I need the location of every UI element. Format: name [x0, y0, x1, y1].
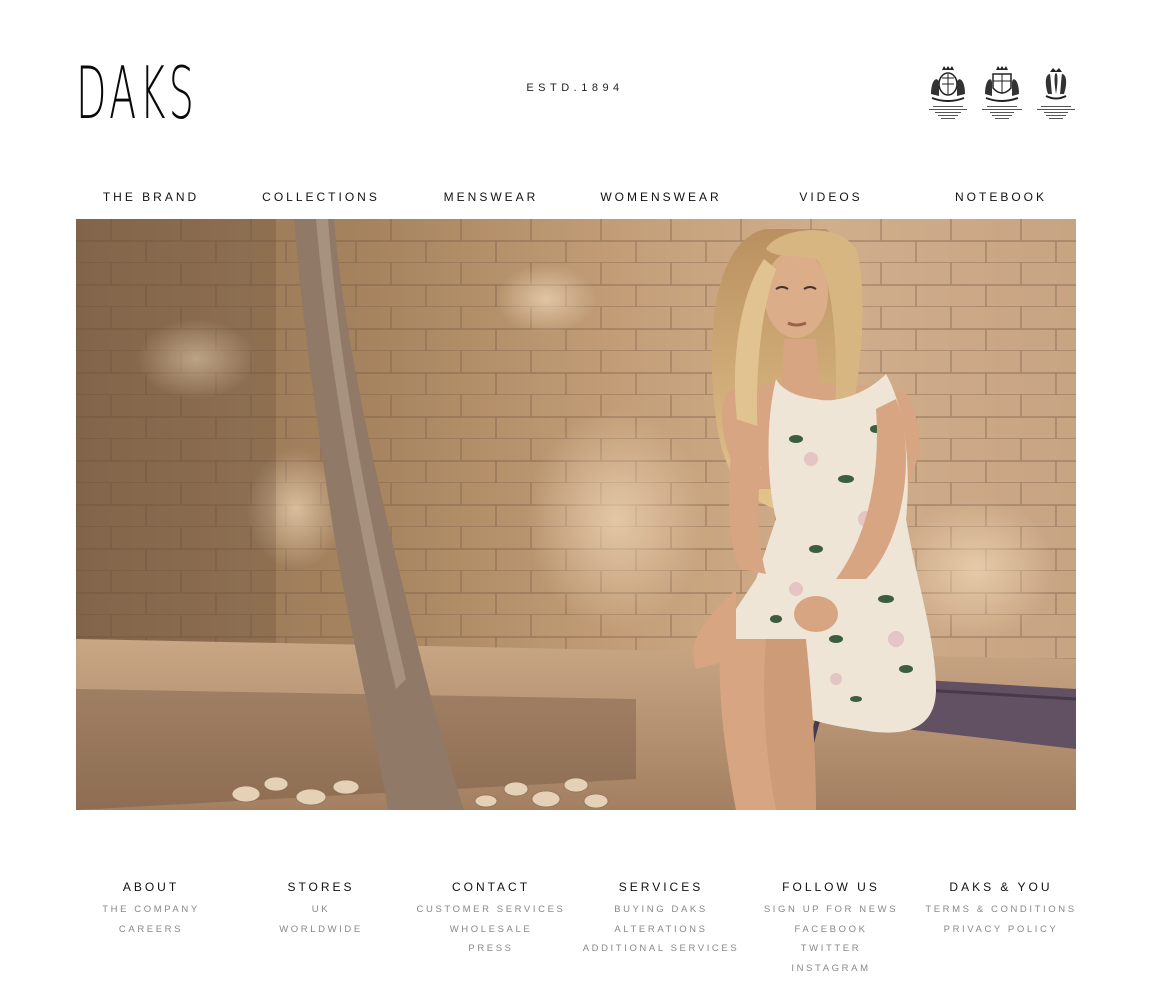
footer-heading: ABOUT	[66, 880, 236, 894]
footer-link-twitter[interactable]: TWITTER	[746, 943, 916, 963]
footer-heading: CONTACT	[406, 880, 576, 894]
nav-notebook[interactable]: NOTEBOOK	[916, 190, 1086, 206]
footer-link-worldwide[interactable]: WORLDWIDE	[236, 924, 406, 944]
royal-warrant-prince-icon	[1034, 66, 1078, 128]
footer-link-the-company[interactable]: THE COMPANY	[66, 904, 236, 924]
footer-heading: FOLLOW US	[746, 880, 916, 894]
footer-link-instagram[interactable]: INSTAGRAM	[746, 963, 916, 982]
daks-logo[interactable]: DAKS	[76, 58, 159, 128]
footer-col-contact: CONTACT CUSTOMER SERVICES WHOLESALE PRES…	[406, 880, 576, 982]
site-footer: ABOUT THE COMPANY CAREERS STORES UK WORL…	[66, 880, 1086, 982]
footer-link-additional-services[interactable]: ADDITIONAL SERVICES	[576, 943, 746, 963]
footer-heading: DAKS & YOU	[916, 880, 1086, 894]
main-navigation: THE BRAND COLLECTIONS MENSWEAR WOMENSWEA…	[66, 190, 1086, 206]
footer-link-privacy-policy[interactable]: PRIVACY POLICY	[916, 924, 1086, 944]
footer-link-facebook[interactable]: FACEBOOK	[746, 924, 916, 944]
royal-warrant-queen-icon	[926, 66, 970, 128]
footer-col-follow-us: FOLLOW US SIGN UP FOR NEWS FACEBOOK TWIT…	[746, 880, 916, 982]
royal-warrant-duke-icon	[980, 66, 1024, 128]
footer-link-alterations[interactable]: ALTERATIONS	[576, 924, 746, 944]
nav-womenswear[interactable]: WOMENSWEAR	[576, 190, 746, 206]
footer-col-about: ABOUT THE COMPANY CAREERS	[66, 880, 236, 982]
footer-col-stores: STORES UK WORLDWIDE	[236, 880, 406, 982]
nav-collections[interactable]: COLLECTIONS	[236, 190, 406, 206]
hero-campaign-image[interactable]	[76, 219, 1076, 810]
footer-link-wholesale[interactable]: WHOLESALE	[406, 924, 576, 944]
footer-link-uk[interactable]: UK	[236, 904, 406, 924]
footer-col-daks-and-you: DAKS & YOU TERMS & CONDITIONS PRIVACY PO…	[916, 880, 1086, 982]
nav-the-brand[interactable]: THE BRAND	[66, 190, 236, 206]
footer-link-press[interactable]: PRESS	[406, 943, 576, 963]
hero-photo-illustration	[76, 219, 1076, 810]
nav-menswear[interactable]: MENSWEAR	[406, 190, 576, 206]
footer-link-buying-daks[interactable]: BUYING DAKS	[576, 904, 746, 924]
established-tagline: ESTD.1894	[500, 82, 650, 94]
footer-link-customer-services[interactable]: CUSTOMER SERVICES	[406, 904, 576, 924]
nav-videos[interactable]: VIDEOS	[746, 190, 916, 206]
royal-warrants	[926, 66, 1078, 128]
footer-link-terms-conditions[interactable]: TERMS & CONDITIONS	[916, 904, 1086, 924]
footer-heading: STORES	[236, 880, 406, 894]
footer-link-sign-up-for-news[interactable]: SIGN UP FOR NEWS	[746, 904, 916, 924]
footer-heading: SERVICES	[576, 880, 746, 894]
footer-link-careers[interactable]: CAREERS	[66, 924, 236, 944]
footer-col-services: SERVICES BUYING DAKS ALTERATIONS ADDITIO…	[576, 880, 746, 982]
